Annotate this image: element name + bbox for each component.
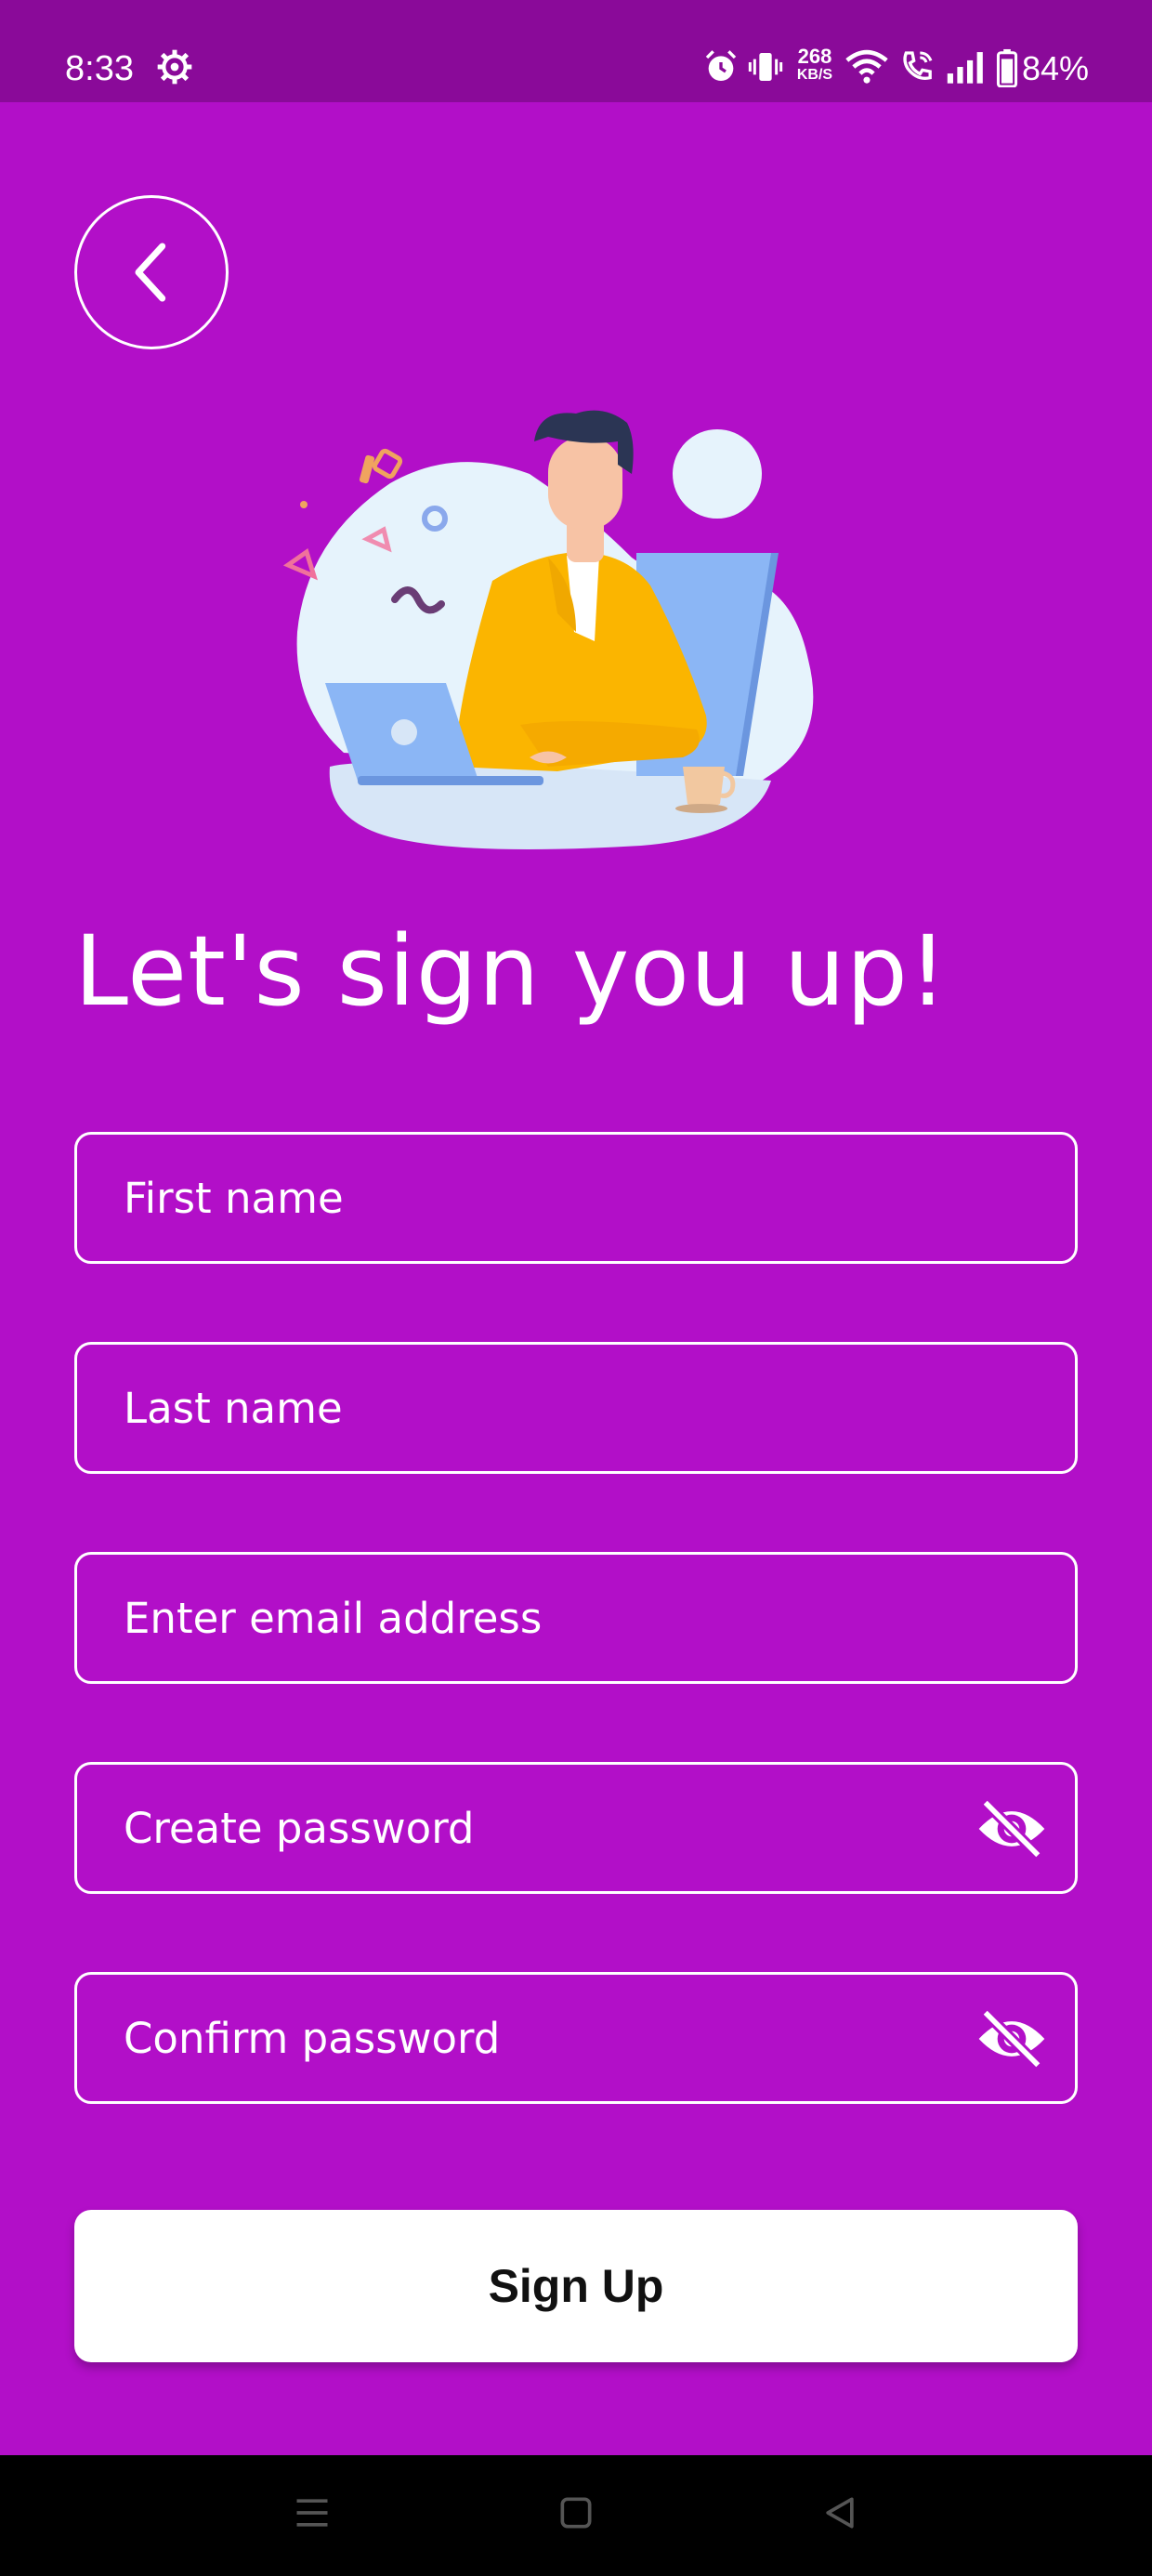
- confetti-triangle-2: [282, 547, 318, 581]
- signal-icon: [947, 52, 983, 84]
- network-speed-unit: KB/S: [796, 67, 833, 83]
- network-speed-value: 268: [797, 45, 832, 68]
- mug-shadow: [675, 804, 727, 813]
- confetti-dot: [300, 501, 308, 508]
- eye-off-icon[interactable]: [976, 2008, 1047, 2070]
- eye-off-icon[interactable]: [976, 1798, 1047, 1860]
- system-nav-bar: [0, 2455, 1152, 2576]
- home-icon[interactable]: [556, 2492, 596, 2533]
- person-at-laptop-illustration: [282, 410, 814, 849]
- status-bar: 8:33 268 KB/S 84%: [0, 0, 1152, 102]
- create-password-input[interactable]: [77, 1765, 1075, 1891]
- alarm-icon: [705, 50, 737, 81]
- laptop-logo: [391, 719, 417, 745]
- last-name-field: [74, 1342, 1078, 1474]
- email-field: [74, 1552, 1078, 1684]
- create-password-field: [74, 1762, 1078, 1894]
- wifi-calling-icon: [903, 51, 933, 80]
- person-face: [548, 437, 622, 530]
- back-button[interactable]: [74, 195, 229, 349]
- sign-up-button[interactable]: Sign Up: [74, 2210, 1078, 2362]
- first-name-input[interactable]: [77, 1135, 1075, 1261]
- page-title: Let's sign you up!: [74, 914, 949, 1028]
- last-name-input[interactable]: [77, 1345, 1075, 1471]
- circle-decoration: [673, 429, 762, 519]
- confetti-square: [372, 448, 403, 480]
- menu-icon[interactable]: [292, 2492, 333, 2533]
- email-input[interactable]: [77, 1555, 1075, 1681]
- battery-icon: [996, 48, 1018, 87]
- settings-gear-icon: [157, 49, 192, 85]
- sign-up-label: Sign Up: [488, 2260, 664, 2312]
- chevron-left-icon: [135, 243, 166, 302]
- vibrate-icon: [748, 53, 783, 81]
- confetti-bar: [359, 454, 375, 484]
- network-speed: 268 KB/S: [792, 46, 838, 84]
- battery-level: 84%: [1022, 49, 1090, 87]
- status-time: 8:33: [65, 49, 134, 88]
- laptop-base: [358, 776, 543, 785]
- confirm-password-input[interactable]: [77, 1975, 1075, 2101]
- back-triangle-icon[interactable]: [819, 2492, 860, 2533]
- confirm-password-field: [74, 1972, 1078, 2104]
- coffee-mug: [683, 767, 725, 808]
- first-name-field: [74, 1132, 1078, 1264]
- wifi-icon: [845, 49, 888, 84]
